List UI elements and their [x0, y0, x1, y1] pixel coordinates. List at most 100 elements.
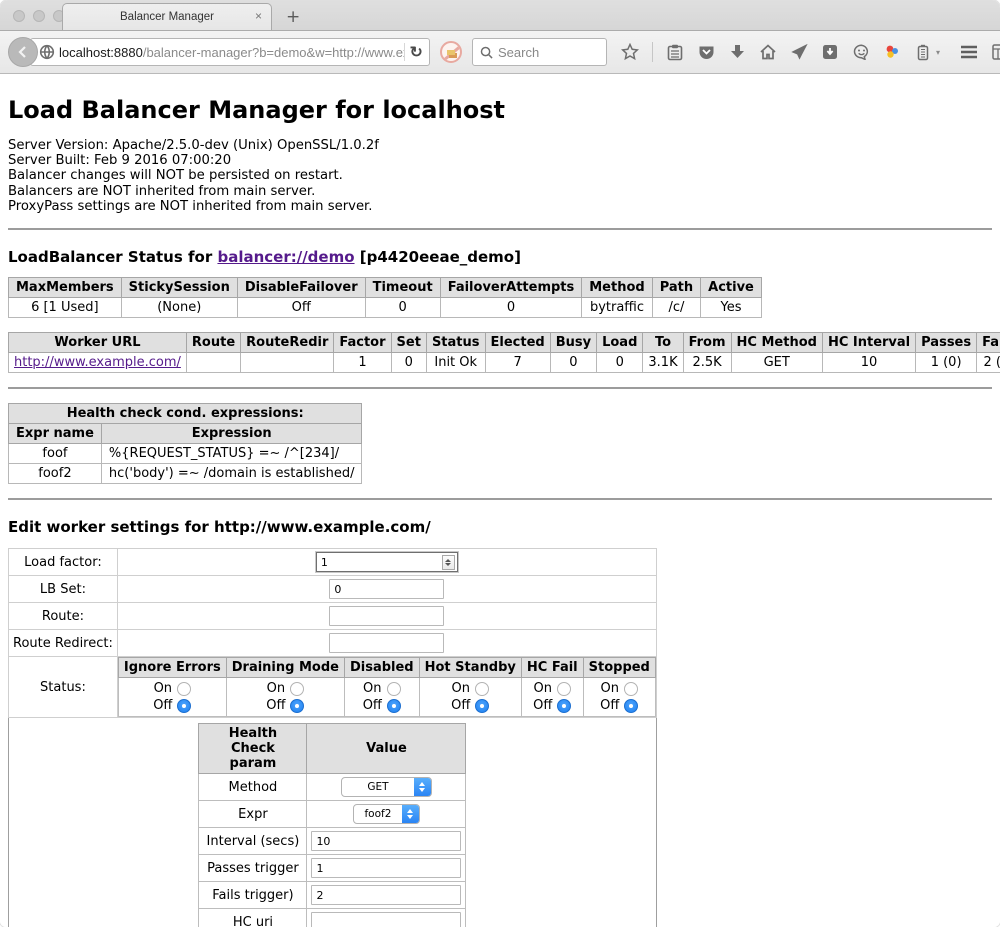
window-controls[interactable]: [13, 10, 65, 22]
col-set: Set: [391, 333, 426, 353]
col-disabled: Disabled: [344, 658, 419, 678]
back-button[interactable]: [8, 37, 38, 67]
col-active: Active: [701, 278, 762, 298]
expr-select[interactable]: foof2: [353, 804, 420, 824]
interval-label: Interval (secs): [199, 828, 307, 855]
search-input[interactable]: [498, 45, 588, 60]
col-load: Load: [597, 333, 643, 353]
off-label: Off: [451, 698, 470, 713]
ignore-errors-cell: On Off: [118, 678, 226, 717]
draining-mode-off-radio[interactable]: [290, 699, 304, 713]
send-tab-icon[interactable]: [790, 43, 808, 61]
new-tab-button[interactable]: +: [286, 9, 300, 26]
on-label: On: [154, 681, 172, 696]
method-selected-value: GET: [342, 778, 414, 796]
reading-list-icon[interactable]: [666, 43, 684, 61]
lb-set-cell: [117, 576, 656, 603]
route-input[interactable]: [329, 606, 444, 626]
sidebar-grid-icon[interactable]: [992, 43, 1000, 61]
ignore-errors-off-radio[interactable]: [177, 699, 191, 713]
hc-uri-input[interactable]: [311, 912, 461, 927]
col-path: Path: [652, 278, 700, 298]
download-panel-icon[interactable]: [821, 43, 839, 61]
balancer-demo-link[interactable]: balancer://demo: [217, 248, 354, 266]
minimize-window-button[interactable]: [33, 10, 45, 22]
passes-input[interactable]: [311, 858, 461, 878]
balancer-status-heading: LoadBalancer Status for balancer://demo …: [8, 248, 992, 266]
cell-elected: 7: [485, 353, 550, 373]
hot-standby-on-radio[interactable]: [475, 682, 489, 696]
cell-path: /c/: [652, 298, 700, 318]
expr-row-foof: foof %{REQUEST_STATUS} =~ /^[234]/: [9, 444, 362, 464]
tab-close-icon[interactable]: ×: [255, 10, 262, 22]
hc-params-cell: Health Check param Value Method GET: [9, 718, 657, 927]
bookmark-star-icon[interactable]: [621, 43, 639, 61]
hot-standby-off-radio[interactable]: [475, 699, 489, 713]
home-icon[interactable]: [759, 43, 777, 61]
ignore-errors-on-radio[interactable]: [177, 682, 191, 696]
worker-url-link[interactable]: http://www.example.com/: [14, 355, 181, 370]
method-select[interactable]: GET: [341, 777, 432, 797]
disabled-off-radio[interactable]: [387, 699, 401, 713]
pocket-icon[interactable]: [697, 43, 715, 61]
off-label: Off: [600, 698, 619, 713]
col-expression: Expression: [101, 424, 362, 444]
fails-input[interactable]: [311, 885, 461, 905]
cell-load: 0: [597, 353, 643, 373]
status-label: Status:: [9, 657, 118, 718]
stopped-off-radio[interactable]: [624, 699, 638, 713]
load-factor-row: Load factor: 1: [9, 549, 657, 576]
draining-mode-on-radio[interactable]: [290, 682, 304, 696]
col-busy: Busy: [550, 333, 596, 353]
url-path: /balancer-manager?b=demo&w=http://www.ex…: [143, 45, 404, 60]
load-factor-value: 1: [321, 556, 442, 569]
hc-fail-on-radio[interactable]: [557, 682, 571, 696]
col-hc-value: Value: [307, 724, 466, 774]
forum-smiley-icon[interactable]: [852, 43, 870, 61]
worker-row: http://www.example.com/ 1 0 Init Ok 7 0 …: [9, 353, 1000, 373]
cell-routeredir: [241, 353, 334, 373]
extension-dropdown-caret-icon[interactable]: ▾: [936, 48, 940, 57]
tab-balancer-manager[interactable]: Balancer Manager ×: [62, 3, 272, 30]
number-stepper-icon[interactable]: [442, 555, 455, 570]
tab-title: Balancer Manager: [120, 11, 214, 23]
adblock-icon[interactable]: [440, 41, 462, 63]
stopped-cell: On Off: [583, 678, 655, 717]
url-text[interactable]: localhost:8880/balancer-manager?b=demo&w…: [59, 45, 404, 60]
hc-fail-off-radio[interactable]: [557, 699, 571, 713]
close-window-button[interactable]: [13, 10, 25, 22]
col-timeout: Timeout: [365, 278, 440, 298]
disabled-on-radio[interactable]: [387, 682, 401, 696]
route-redirect-input[interactable]: [329, 633, 444, 653]
site-identity-globe-icon[interactable]: [39, 44, 55, 65]
status-options-table: Ignore Errors Draining Mode Disabled Hot…: [118, 657, 656, 717]
col-route: Route: [186, 333, 240, 353]
reload-icon[interactable]: ↻: [410, 43, 423, 61]
cell-set: 0: [391, 353, 426, 373]
status-cell: Ignore Errors Draining Mode Disabled Hot…: [117, 657, 656, 718]
stopped-on-radio[interactable]: [624, 682, 638, 696]
url-bar[interactable]: localhost:8880/balancer-manager?b=demo&w…: [30, 38, 430, 66]
downloads-icon[interactable]: [728, 43, 746, 61]
col-fails: Fails: [977, 333, 1000, 353]
hc-params-row: Health Check param Value Method GET: [9, 718, 657, 927]
fails-label: Fails trigger): [199, 882, 307, 909]
off-label: Off: [363, 698, 382, 713]
lb-set-row: LB Set:: [9, 576, 657, 603]
col-hc-interval: HC Interval: [822, 333, 915, 353]
off-label: Off: [533, 698, 552, 713]
battery-extension-icon[interactable]: [914, 43, 932, 61]
lb-set-input[interactable]: [329, 579, 444, 599]
fails-row: Fails trigger): [199, 882, 466, 909]
disabled-cell: On Off: [344, 678, 419, 717]
page-content: Load Balancer Manager for localhost Serv…: [0, 96, 1000, 927]
divider: [8, 387, 992, 389]
col-worker-url: Worker URL: [9, 333, 187, 353]
search-bar[interactable]: [472, 38, 607, 66]
colors-extension-icon[interactable]: [883, 43, 901, 61]
server-built-line: Server Built: Feb 9 2016 07:00:20: [8, 153, 992, 168]
hamburger-menu-icon[interactable]: [960, 43, 978, 61]
search-icon: [480, 46, 493, 59]
interval-input[interactable]: [311, 831, 461, 851]
load-factor-input[interactable]: 1: [316, 552, 458, 572]
